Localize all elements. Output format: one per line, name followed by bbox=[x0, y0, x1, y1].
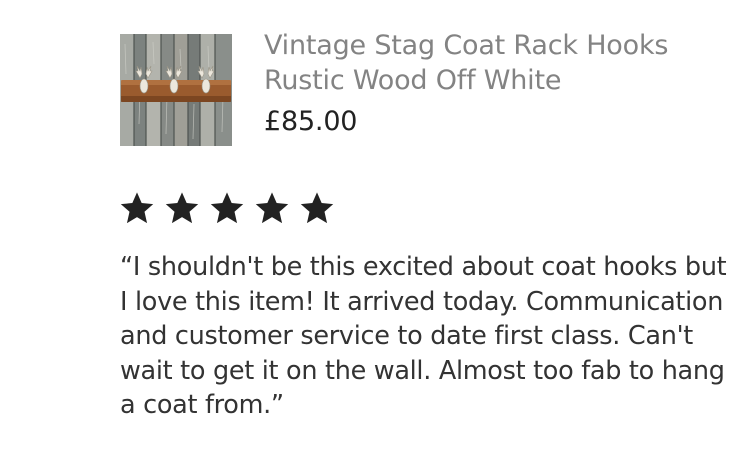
star-icon bbox=[299, 190, 335, 226]
star-icon bbox=[119, 190, 155, 226]
star-icon bbox=[209, 190, 245, 226]
star-icon bbox=[164, 190, 200, 226]
product-price: £85.00 bbox=[264, 106, 358, 137]
star-icon bbox=[254, 190, 290, 226]
review-text: “I shouldn't be this excited about coat … bbox=[120, 252, 727, 420]
rating-stars bbox=[119, 190, 344, 228]
product-photo bbox=[120, 34, 232, 146]
product-title[interactable]: Vintage Stag Coat Rack Hooks Rustic Wood… bbox=[264, 28, 734, 98]
product-thumbnail[interactable] bbox=[120, 34, 232, 146]
